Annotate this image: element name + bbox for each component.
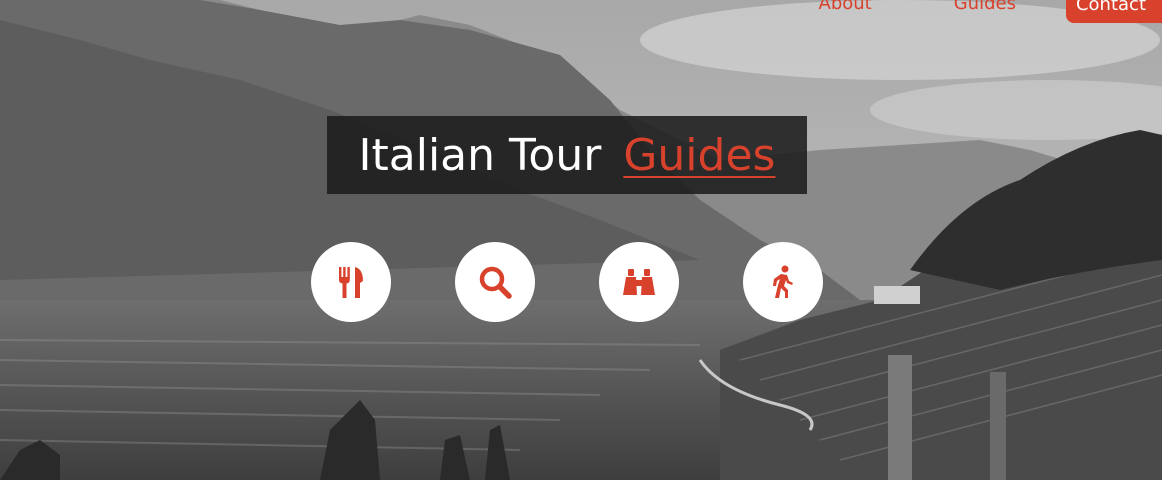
sightseeing-feature-button[interactable] (599, 242, 679, 322)
contact-button[interactable]: Contact (1065, 0, 1162, 23)
walking-tour-feature-button[interactable] (743, 242, 823, 322)
fork-knife-icon (339, 267, 363, 298)
landscape-background-image (0, 0, 1162, 480)
hero-title-box: Italian Tour Guides (327, 116, 807, 194)
binoculars-icon (623, 269, 655, 295)
hero-title-main: Italian Tour (358, 129, 602, 181)
top-navigation: About Guides Contact (737, 0, 1162, 24)
nav-link-about[interactable]: About (819, 0, 872, 14)
search-feature-button[interactable] (455, 242, 535, 322)
hero-section (0, 0, 1162, 480)
nav-link-guides[interactable]: Guides (954, 0, 1016, 14)
hero-title-accent-link[interactable]: Guides (623, 130, 775, 181)
dining-feature-button[interactable] (311, 242, 391, 322)
walking-person-icon (773, 265, 793, 298)
search-icon (479, 266, 512, 299)
